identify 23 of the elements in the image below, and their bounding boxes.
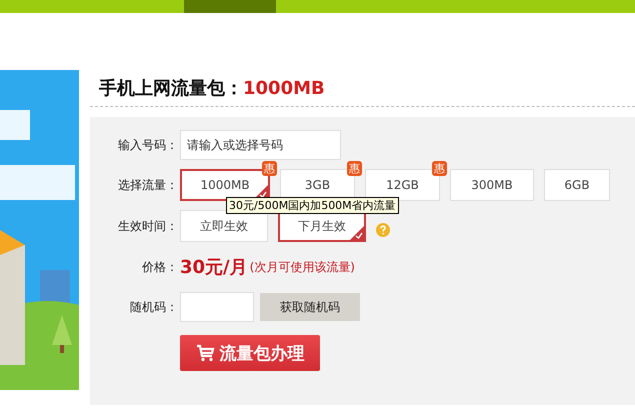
submit-button[interactable]: 流量包办理 (180, 335, 320, 371)
field-label: 输入号码： (117, 136, 178, 154)
phone-input[interactable]: 请输入或选择号码 (180, 130, 341, 160)
get-code-button[interactable]: 获取随机码 (260, 293, 360, 321)
page-title: 手机上网流量包：1000MB (90, 70, 635, 107)
price-note: (次月可使用该流量) (250, 258, 355, 276)
help-icon[interactable] (376, 223, 390, 237)
effective-option[interactable]: 立即生效 (180, 210, 268, 242)
field-label: 生效时间： (117, 218, 178, 234)
flow-option[interactable]: 300MB (450, 169, 534, 201)
discount-badge: 惠 (262, 161, 277, 176)
discount-badge: 惠 (347, 161, 362, 176)
field-label: 选择流量： (117, 176, 178, 194)
field-label: 随机码： (129, 298, 178, 316)
field-label: 价格： (141, 258, 178, 276)
discount-badge: 惠 (432, 161, 447, 176)
tooltip: 30元/500M国内加500M省内流量 (226, 197, 399, 214)
check-corner-icon (350, 226, 364, 240)
code-input[interactable] (180, 292, 254, 322)
price-value: 30元/月 (180, 256, 248, 279)
cart-icon (196, 344, 216, 362)
flow-option[interactable]: 6GB (544, 169, 610, 201)
nav-tab[interactable] (184, 0, 276, 13)
